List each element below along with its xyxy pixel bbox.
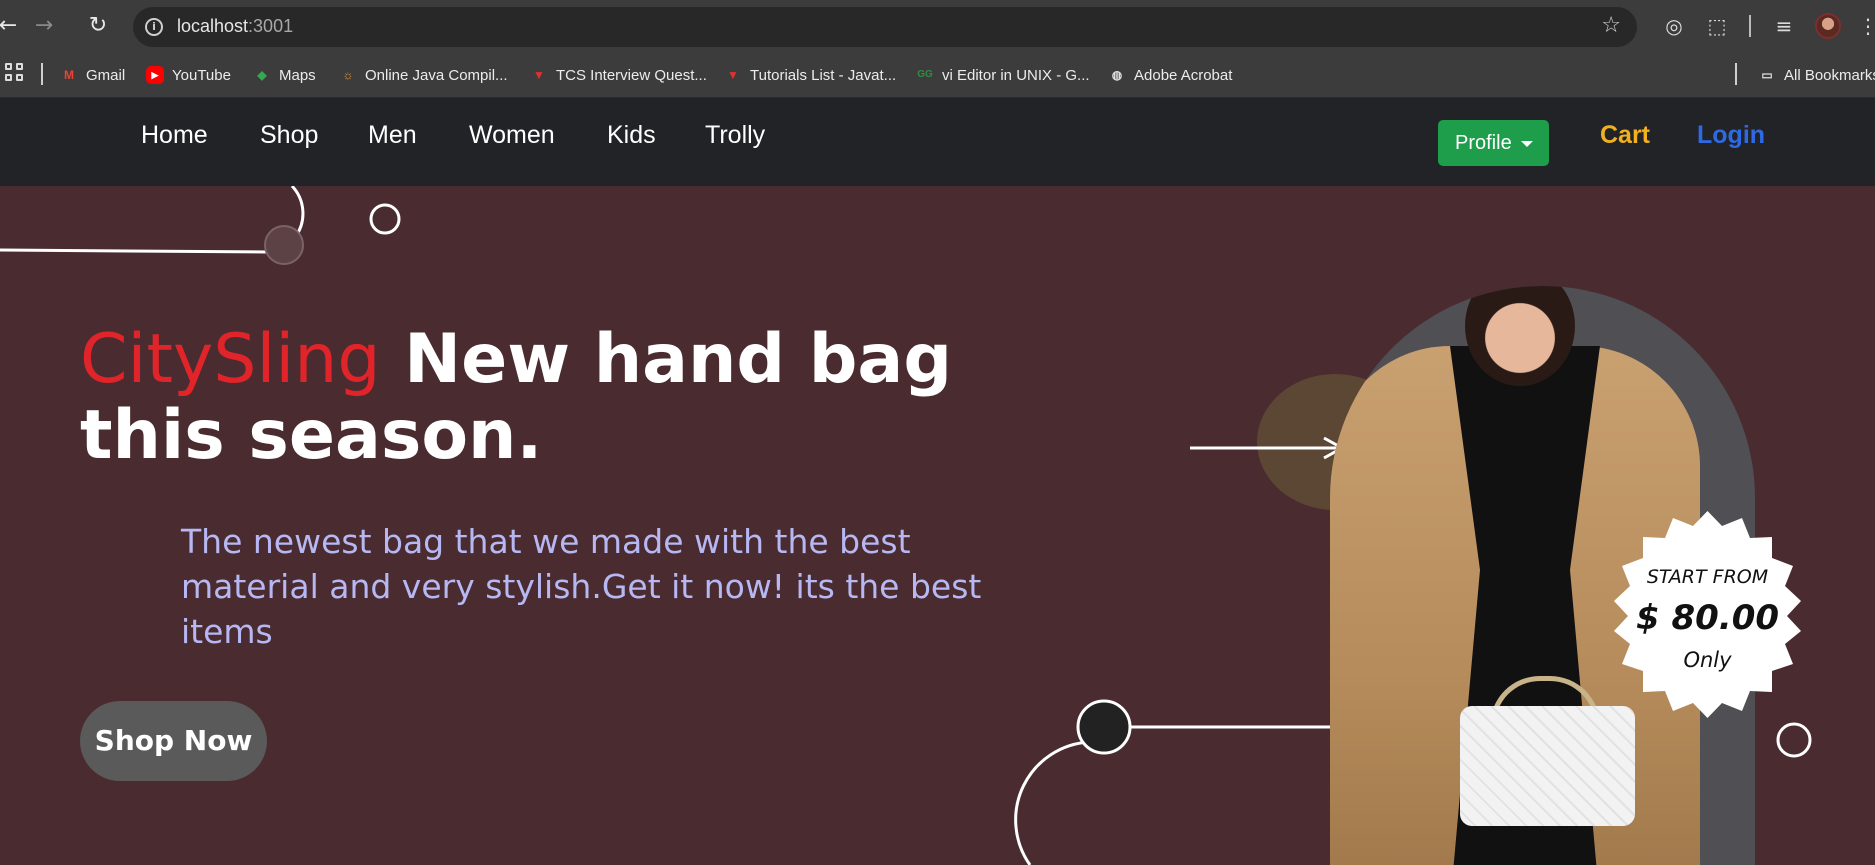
bookmark-star-icon[interactable]: ☆ <box>1601 13 1621 38</box>
url-port: :3001 <box>248 16 294 36</box>
hero-headline: CitySling New hand bag this season. <box>80 322 980 474</box>
bookmark-vi-editor[interactable]: GG vi Editor in UNIX - G... <box>916 63 1090 87</box>
bookmark-label: YouTube <box>172 66 231 84</box>
badge-start-from: START FROM <box>1646 566 1769 588</box>
deco-arc-bottom <box>1014 740 1091 865</box>
profile-label: Profile <box>1455 132 1512 154</box>
profile-avatar[interactable] <box>1815 13 1841 39</box>
toolbar-divider <box>1749 15 1751 37</box>
gmail-icon: M <box>64 68 74 82</box>
bookmarks-divider <box>1735 63 1737 85</box>
brand-name: CitySling <box>80 320 381 399</box>
folder-icon: ▭ <box>1761 68 1773 82</box>
lens-icon[interactable]: ◎ <box>1660 12 1688 40</box>
youtube-icon: ▶ <box>146 66 164 84</box>
tcs-icon: ▼ <box>533 68 545 82</box>
site-info-icon[interactable]: i <box>145 18 163 36</box>
nav-kids[interactable]: Kids <box>607 121 656 150</box>
media-queue-icon[interactable]: ≡ <box>1770 12 1798 40</box>
nav-home[interactable]: Home <box>141 121 208 150</box>
all-bookmarks[interactable]: ▭ All Bookmarks <box>1758 63 1875 87</box>
extensions-icon[interactable]: ⬚ <box>1703 12 1731 40</box>
nav-shop[interactable]: Shop <box>260 121 318 150</box>
login-link[interactable]: Login <box>1697 121 1765 150</box>
cart-link[interactable]: Cart <box>1600 121 1650 150</box>
apps-grid-icon[interactable] <box>5 63 23 81</box>
bookmark-label: Adobe Acrobat <box>1134 66 1233 84</box>
bookmark-gmail[interactable]: M Gmail <box>60 63 125 87</box>
bookmarks-divider <box>41 63 43 85</box>
bookmark-youtube[interactable]: ▶ YouTube <box>146 63 231 87</box>
bookmark-label: Tutorials List - Javat... <box>750 66 897 84</box>
hero-subtext: The newest bag that we made with the bes… <box>181 522 982 651</box>
badge-only: Only <box>1683 648 1732 672</box>
nav-women[interactable]: Women <box>469 121 555 150</box>
bookmark-label: Maps <box>279 66 316 84</box>
deco-circle-dark <box>1076 699 1132 755</box>
nav-trolly[interactable]: Trolly <box>705 121 765 150</box>
caret-down-icon <box>1521 141 1533 147</box>
deco-circle-grey <box>264 225 304 265</box>
gfg-icon: GG <box>917 69 933 80</box>
badge-price: $ 80.00 <box>1635 598 1780 638</box>
globe-icon: ◍ <box>1111 68 1123 82</box>
bookmark-adobe[interactable]: ◍ Adobe Acrobat <box>1108 63 1233 87</box>
bookmark-tutorials[interactable]: ▼ Tutorials List - Javat... <box>724 63 896 87</box>
bookmark-label: Gmail <box>86 66 126 84</box>
menu-kebab-icon[interactable]: ⋮ <box>1858 12 1875 40</box>
compiler-icon: ☼ <box>342 68 354 82</box>
deco-circle-right <box>1776 722 1812 758</box>
address-bar[interactable]: i localhost:3001 ☆ <box>133 7 1637 47</box>
url-text[interactable]: localhost:3001 <box>177 16 293 37</box>
profile-dropdown-button[interactable]: Profile <box>1438 120 1549 166</box>
url-host: localhost <box>177 16 249 36</box>
bookmark-java-compiler[interactable]: ☼ Online Java Compil... <box>339 63 508 87</box>
shop-now-button[interactable]: Shop Now <box>80 701 267 781</box>
back-arrow-icon[interactable]: ← <box>0 12 22 40</box>
maps-icon: ◆ <box>257 68 267 82</box>
browser-toolbar: ← → ↻ i localhost:3001 ☆ ◎ ⬚ ≡ ⋮ <box>0 0 1875 52</box>
deco-circle-top <box>369 203 401 235</box>
nav-men[interactable]: Men <box>368 121 417 150</box>
handbag-image <box>1460 706 1635 826</box>
tutorials-icon: ▼ <box>727 68 739 82</box>
reload-icon[interactable]: ↻ <box>84 12 112 40</box>
bookmark-label: vi Editor in UNIX - G... <box>942 66 1090 84</box>
bookmark-label: TCS Interview Quest... <box>556 66 707 84</box>
all-bookmarks-label: All Bookmarks <box>1784 66 1875 84</box>
bookmark-maps[interactable]: ◆ Maps <box>253 63 316 87</box>
bookmark-tcs[interactable]: ▼ TCS Interview Quest... <box>530 63 707 87</box>
forward-arrow-icon[interactable]: → <box>30 12 58 40</box>
bookmark-label: Online Java Compil... <box>365 66 508 84</box>
deco-arc-top <box>290 186 305 237</box>
price-badge: START FROM $ 80.00 Only <box>1600 506 1815 721</box>
hero-section: START FROM $ 80.00 Only CitySling New ha… <box>0 186 1875 865</box>
deco-line-top <box>0 248 269 254</box>
